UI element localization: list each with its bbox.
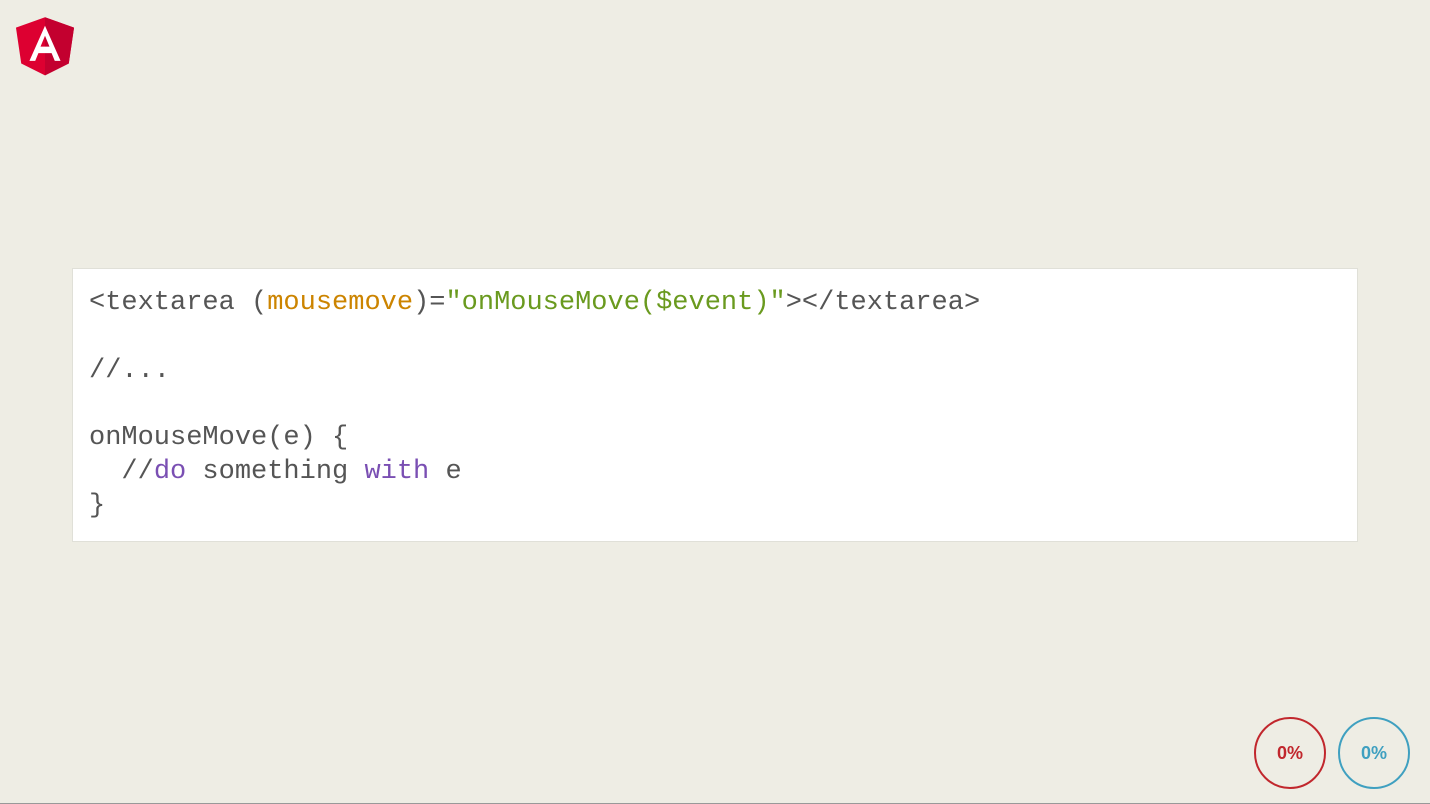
angular-logo-icon <box>12 10 78 80</box>
code-token: <textarea ( <box>89 288 267 318</box>
progress-badge-right: 0% <box>1338 717 1410 789</box>
progress-badge-left: 0% <box>1254 717 1326 789</box>
code-token: //... <box>89 356 170 386</box>
code-token: onMouseMove(e) { <box>89 423 348 453</box>
code-token: } <box>89 491 105 521</box>
code-token: something <box>186 457 364 487</box>
code-token-string: "onMouseMove($event)" <box>445 288 785 318</box>
code-token: e <box>429 457 461 487</box>
progress-badges: 0% 0% <box>1254 717 1410 789</box>
code-token-attr: mousemove <box>267 288 413 318</box>
code-token: ></textarea> <box>786 288 980 318</box>
code-token-keyword: do <box>154 457 186 487</box>
code-token: )= <box>413 288 445 318</box>
code-token-keyword: with <box>364 457 429 487</box>
code-snippet: <textarea (mousemove)="onMouseMove($even… <box>72 268 1358 542</box>
code-token: // <box>89 457 154 487</box>
